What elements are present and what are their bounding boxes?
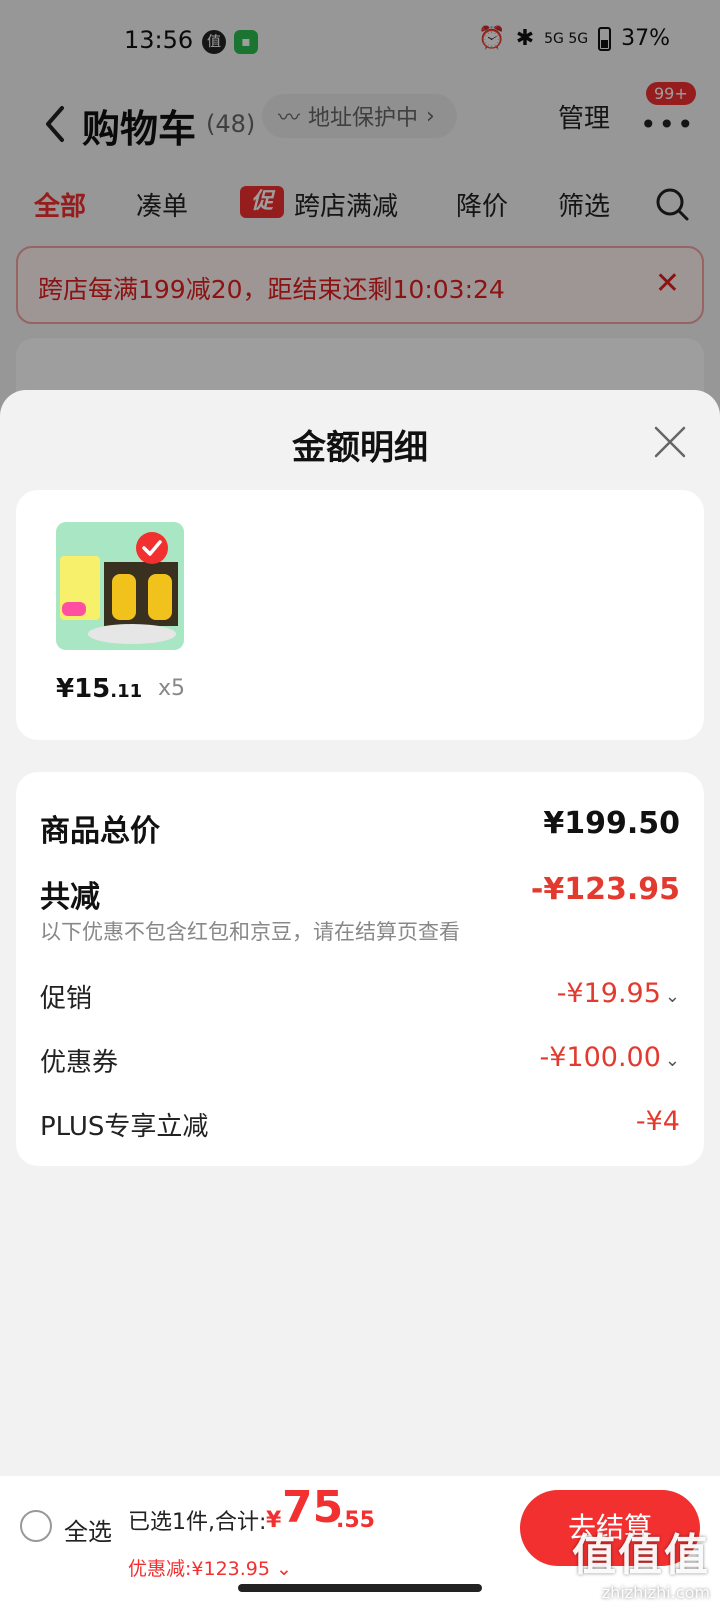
total-amount-int: 75 bbox=[282, 1482, 344, 1533]
discount-detail-link[interactable]: 优惠减:¥123.95 ⌄ bbox=[128, 1554, 292, 1581]
sheet-title: 金额明细 bbox=[292, 428, 428, 468]
chevron-down-icon: ⌄ bbox=[276, 1558, 292, 1580]
total-value: ¥199.50 bbox=[543, 806, 680, 841]
coupon-label: 优惠券 bbox=[40, 1048, 119, 1078]
product-card: ¥15.11 x5 bbox=[16, 490, 704, 740]
total-symbol: ¥ bbox=[266, 1508, 282, 1533]
promo-value: -¥19.95 bbox=[556, 978, 661, 1009]
total-label: 商品总价 bbox=[40, 814, 160, 849]
amount-detail-sheet: 金额明细 ¥15.11 x5 商品总价 ¥199.50 共减 -¥123.95 … bbox=[0, 390, 720, 1608]
reduce-label: 共减 bbox=[40, 880, 100, 915]
close-icon[interactable] bbox=[652, 424, 688, 460]
reduce-note: 以下优惠不包含红包和京豆，请在结算页查看 bbox=[40, 920, 460, 944]
coupon-value: -¥100.00 bbox=[539, 1042, 661, 1073]
chevron-down-icon: ⌄ bbox=[664, 1050, 680, 1071]
watermark-logo: 值值值 bbox=[572, 1530, 710, 1581]
reduce-value: -¥123.95 bbox=[530, 872, 680, 907]
plus-label: PLUS专享立减 bbox=[40, 1112, 209, 1142]
promo-value-wrap: -¥19.95 ⌄ bbox=[557, 978, 680, 1009]
total-amount-dec: .55 bbox=[336, 1508, 375, 1533]
product-quantity: x5 bbox=[158, 676, 186, 701]
price-decimal: .11 bbox=[110, 681, 143, 702]
price-int: 15 bbox=[74, 674, 111, 704]
price-summary-card: 商品总价 ¥199.50 共减 -¥123.95 以下优惠不包含红包和京豆，请在… bbox=[16, 772, 704, 1166]
select-all-label[interactable]: 全选 bbox=[64, 1512, 112, 1547]
selected-summary: 已选1件,合计: bbox=[128, 1510, 267, 1535]
chevron-down-icon: ⌄ bbox=[664, 986, 680, 1007]
watermark: 值值值 zhizhizhi.com bbox=[572, 1519, 710, 1602]
coupon-value-wrap: -¥100.00 ⌄ bbox=[540, 1042, 681, 1073]
home-indicator[interactable] bbox=[238, 1584, 482, 1592]
product-image bbox=[56, 522, 184, 650]
discount-text: 优惠减:¥123.95 bbox=[128, 1558, 270, 1580]
watermark-url: zhizhizhi.com bbox=[601, 1583, 710, 1602]
plus-value: -¥4 bbox=[635, 1106, 680, 1137]
product-price: ¥15.11 bbox=[56, 674, 142, 704]
select-all-radio[interactable] bbox=[20, 1510, 52, 1542]
price-symbol: ¥ bbox=[56, 674, 75, 704]
promo-label: 促销 bbox=[40, 984, 93, 1014]
